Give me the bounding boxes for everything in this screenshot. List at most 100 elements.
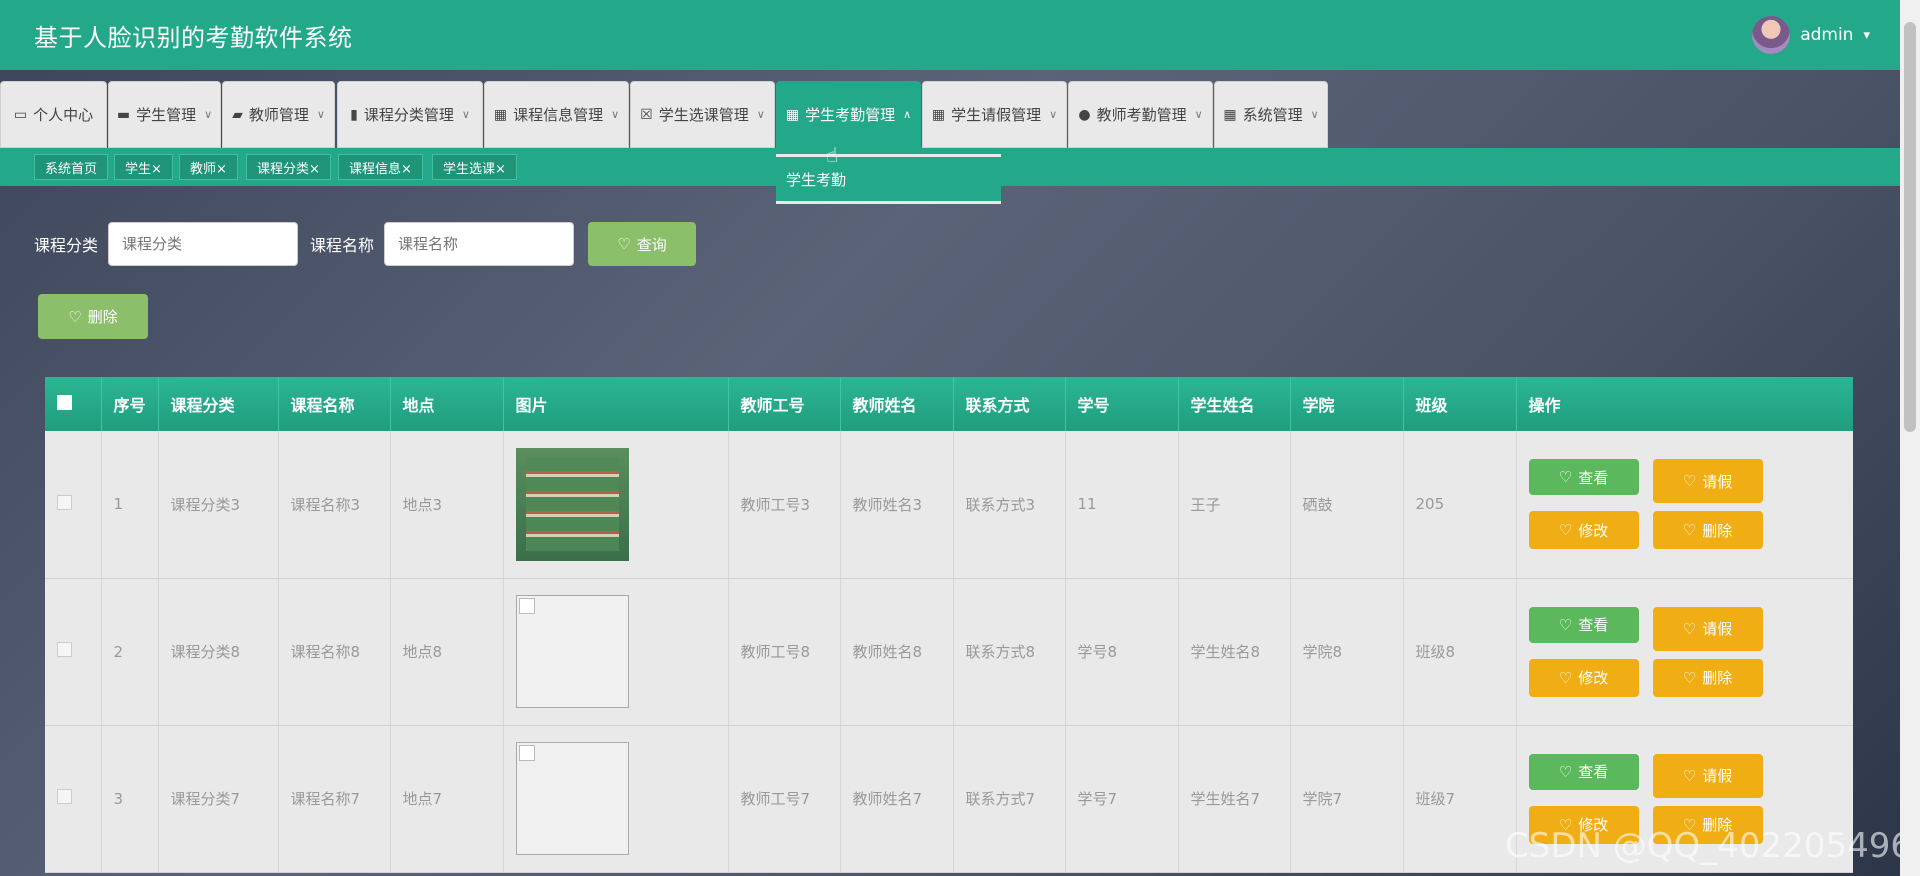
edit-button[interactable]: ♡ 修改 [1528,511,1639,550]
leave-label: 请假 [1702,620,1733,638]
delete-button[interactable]: ♡ 删除 [1652,658,1763,697]
nav-personal-center[interactable]: ▭ 个人中心 [0,81,107,148]
grid-icon: ▦ [1223,106,1237,123]
view-button[interactable]: ♡ 查看 [1528,459,1639,496]
leave-button[interactable]: ♡ 请假 [1652,606,1763,651]
table-cell: 课程分类3 [158,431,279,579]
chevron-down-icon: ∨ [461,108,470,121]
nav-label: 学生选课管理 [658,106,749,124]
select-all-checkbox[interactable] [57,394,72,410]
nav-student-leave[interactable]: ▦ 学生请假管理 ∨ [922,81,1067,148]
row-checkbox[interactable] [57,789,72,804]
nav-teacher-attendance[interactable]: ● 教师考勤管理 ∨ [1068,81,1213,148]
row-checkbox[interactable] [57,494,72,510]
nav-course-category[interactable]: ▮ 课程分类管理 ∨ [337,81,483,148]
nav-label: 教师管理 [248,106,309,124]
dropdown-item-student-attendance[interactable]: 学生考勤 [786,169,991,190]
view-label: 查看 [1578,468,1609,487]
heart-icon: ♡ [1682,766,1697,785]
table-cell: 联系方式7 [953,725,1066,873]
heart-icon: ♡ [617,235,631,253]
table-cell: 教师工号7 [728,725,841,873]
heart-icon: ♡ [1558,762,1573,781]
row-select-cell[interactable] [45,431,102,579]
nav-course-selection[interactable]: ☒ 学生选课管理 ∨ [630,81,775,148]
table-cell: 11 [1065,431,1179,579]
nav-course-info[interactable]: ▦ 课程信息管理 ∨ [484,81,629,148]
chevron-down-icon: ∨ [204,108,213,121]
table-cell: 联系方式3 [953,431,1066,579]
broken-image[interactable] [515,742,629,855]
nav-teacher-management[interactable]: ▰ 教师管理 ∨ [222,81,335,148]
nav-student-management[interactable]: ▬ 学生管理 ∨ [108,81,221,148]
col-header: 课程名称 [278,377,391,431]
tag-student[interactable]: 学生× [114,154,173,180]
table-cell: 课程名称3 [278,431,391,579]
table-cell: 课程分类7 [158,725,279,873]
scrollbar-thumb[interactable] [1904,22,1916,432]
main-nav: ▭ 个人中心 ▬ 学生管理 ∨ ▰ 教师管理 ∨ ▮ 课程分类管理 ∨ ▦ 课程… [0,70,1900,148]
table-cell: 班级8 [1403,578,1517,726]
course-name-input[interactable] [384,222,575,266]
table-cell: 3 [101,725,159,873]
chevron-down-icon: ∨ [756,108,765,121]
vertical-scrollbar[interactable] [1900,0,1920,876]
bulb-icon: ● [1078,106,1091,123]
ticket-icon: ▰ [232,106,243,123]
delete-label: 删除 [87,308,118,326]
category-input[interactable] [108,222,299,266]
tag-home[interactable]: 系统首页 [34,154,109,180]
row-checkbox[interactable] [57,642,72,657]
col-header: 操作 [1516,377,1853,431]
broken-image-icon [518,598,535,614]
view-button[interactable]: ♡ 查看 [1528,753,1639,790]
tag-course-category[interactable]: 课程分类× [246,154,331,180]
app-title: 基于人脸识别的考勤软件系统 [34,23,353,52]
tag-course-selection[interactable]: 学生选课× [432,154,517,180]
nav-system-management[interactable]: ▦ 系统管理 ∨ [1214,81,1328,148]
heart-icon: ♡ [68,307,82,326]
table-cell: 联系方式8 [953,578,1066,726]
edit-button[interactable]: ♡ 修改 [1528,658,1639,697]
card-icon: ▭ [13,106,28,123]
edit-label: 修改 [1578,521,1609,540]
leave-button[interactable]: ♡ 请假 [1652,753,1763,798]
heart-icon: ♡ [1682,619,1697,638]
image-cell [503,578,729,726]
delete-label: 删除 [1702,521,1733,540]
tag-teacher[interactable]: 教师× [179,154,238,180]
chevron-down-icon: ∨ [1049,108,1058,121]
table-cell: 课程名称7 [278,725,391,873]
broken-image[interactable] [515,595,629,708]
tag-course-info[interactable]: 课程信息× [338,154,423,180]
course-name-label: 课程名称 [310,236,375,255]
course-image[interactable] [515,447,629,561]
table-cell: 学院8 [1290,578,1404,726]
category-label: 课程分类 [34,236,99,255]
chevron-down-icon: ∨ [1194,108,1203,121]
nav-label: 个人中心 [33,106,94,124]
select-all-header[interactable] [45,377,102,431]
view-button[interactable]: ♡ 查看 [1528,606,1639,643]
grid-icon: ▦ [931,106,946,123]
user-menu[interactable]: admin ▾ [1752,16,1870,54]
nav-label: 学生考勤管理 [805,106,896,124]
bar-chart-icon: ▮ [350,106,358,123]
nav-label: 课程信息管理 [513,106,604,124]
delete-button[interactable]: ♡ 删除 [1652,511,1763,550]
row-select-cell[interactable] [45,578,102,726]
table-cell: 班级7 [1403,725,1517,873]
batch-delete-button[interactable]: ♡ 删除 [38,294,148,339]
row-select-cell[interactable] [45,725,102,873]
username: admin [1800,25,1854,45]
heart-icon: ♡ [1558,615,1573,634]
nav-label: 课程分类管理 [363,106,454,124]
briefcase-icon: ▬ [116,106,131,123]
query-button[interactable]: ♡ 查询 [588,222,696,266]
table-cell: 学号8 [1065,578,1179,726]
top-header: 基于人脸识别的考勤软件系统 admin ▾ [0,0,1900,70]
leave-button[interactable]: ♡ 请假 [1652,459,1763,504]
avatar [1752,16,1791,54]
nav-student-attendance[interactable]: ▦ 学生考勤管理 ∧ [776,81,921,148]
table-cell: 地点7 [390,725,504,873]
